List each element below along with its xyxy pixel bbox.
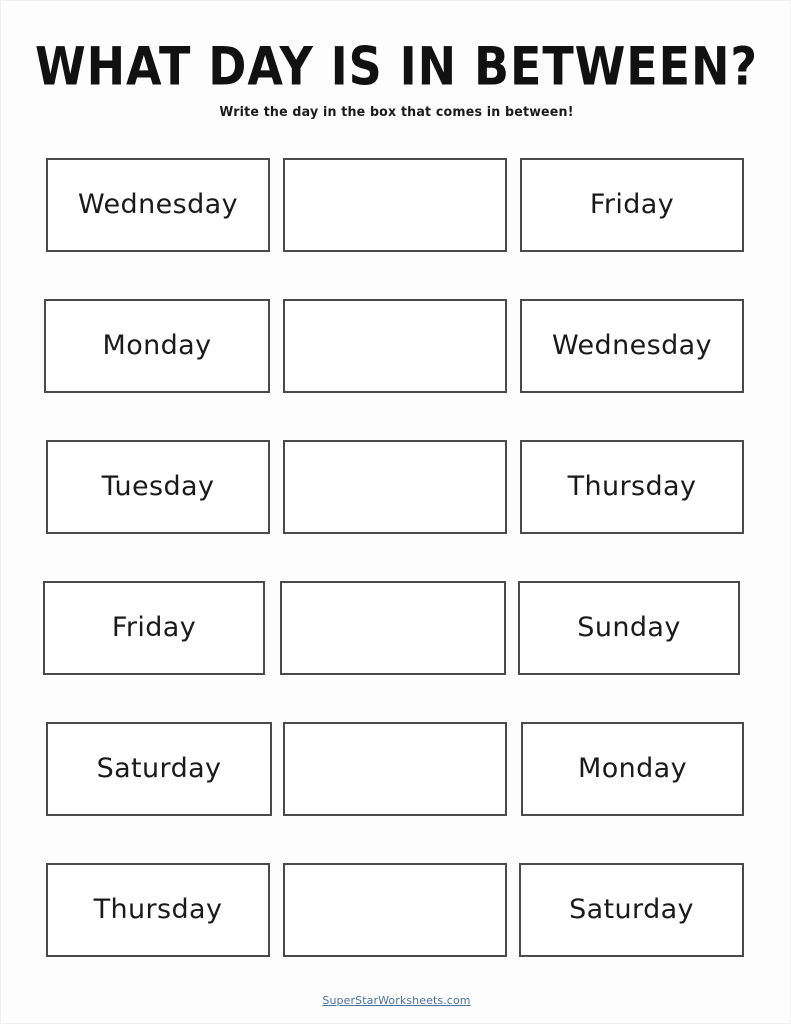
day-box-before: Saturday bbox=[46, 722, 272, 816]
answer-box[interactable] bbox=[283, 722, 507, 816]
worksheet-page: WHAT DAY IS IN BETWEEN? Write the day in… bbox=[0, 0, 791, 1024]
day-label: Monday bbox=[102, 330, 212, 361]
day-label: Monday bbox=[578, 753, 687, 784]
answer-box[interactable] bbox=[283, 440, 507, 534]
day-label: Friday bbox=[589, 189, 675, 220]
answer-box[interactable] bbox=[283, 863, 507, 957]
day-box-before: Wednesday bbox=[46, 158, 270, 252]
day-label: Tuesday bbox=[101, 471, 215, 502]
worksheet-header: WHAT DAY IS IN BETWEEN? Write the day in… bbox=[1, 1, 791, 121]
day-label: Saturday bbox=[569, 894, 694, 925]
day-label: Wednesday bbox=[78, 189, 238, 220]
source-website-link[interactable]: SuperStarWorksheets.com bbox=[322, 994, 470, 1007]
worksheet-rows: Wednesday Friday Monday Wednesday Tuesda… bbox=[1, 158, 791, 957]
day-label: Thursday bbox=[93, 894, 223, 925]
day-box-after: Thursday bbox=[520, 440, 744, 534]
day-label: Friday bbox=[111, 612, 197, 643]
table-row: Wednesday Friday bbox=[1, 158, 791, 252]
day-box-before: Friday bbox=[43, 581, 265, 675]
day-label: Saturday bbox=[96, 753, 222, 784]
worksheet-footer: SuperStarWorksheets.com bbox=[1, 991, 791, 1009]
day-box-before: Thursday bbox=[46, 863, 270, 957]
day-box-before: Monday bbox=[44, 299, 270, 393]
day-box-after: Monday bbox=[521, 722, 744, 816]
answer-box[interactable] bbox=[280, 581, 506, 675]
table-row: Thursday Saturday bbox=[1, 863, 791, 957]
day-label: Sunday bbox=[577, 612, 681, 643]
day-box-after: Sunday bbox=[518, 581, 740, 675]
table-row: Monday Wednesday bbox=[1, 299, 791, 393]
table-row: Friday Sunday bbox=[1, 581, 791, 675]
day-box-before: Tuesday bbox=[46, 440, 270, 534]
day-label: Thursday bbox=[567, 471, 697, 502]
answer-box[interactable] bbox=[283, 299, 507, 393]
worksheet-instructions: Write the day in the box that comes in b… bbox=[219, 105, 574, 120]
table-row: Tuesday Thursday bbox=[1, 440, 791, 534]
day-box-after: Wednesday bbox=[520, 299, 744, 393]
day-label: Wednesday bbox=[552, 330, 712, 361]
day-box-after: Friday bbox=[520, 158, 744, 252]
page-title: WHAT DAY IS IN BETWEEN? bbox=[34, 35, 759, 98]
day-box-after: Saturday bbox=[519, 863, 744, 957]
answer-box[interactable] bbox=[283, 158, 507, 252]
table-row: Saturday Monday bbox=[1, 722, 791, 816]
